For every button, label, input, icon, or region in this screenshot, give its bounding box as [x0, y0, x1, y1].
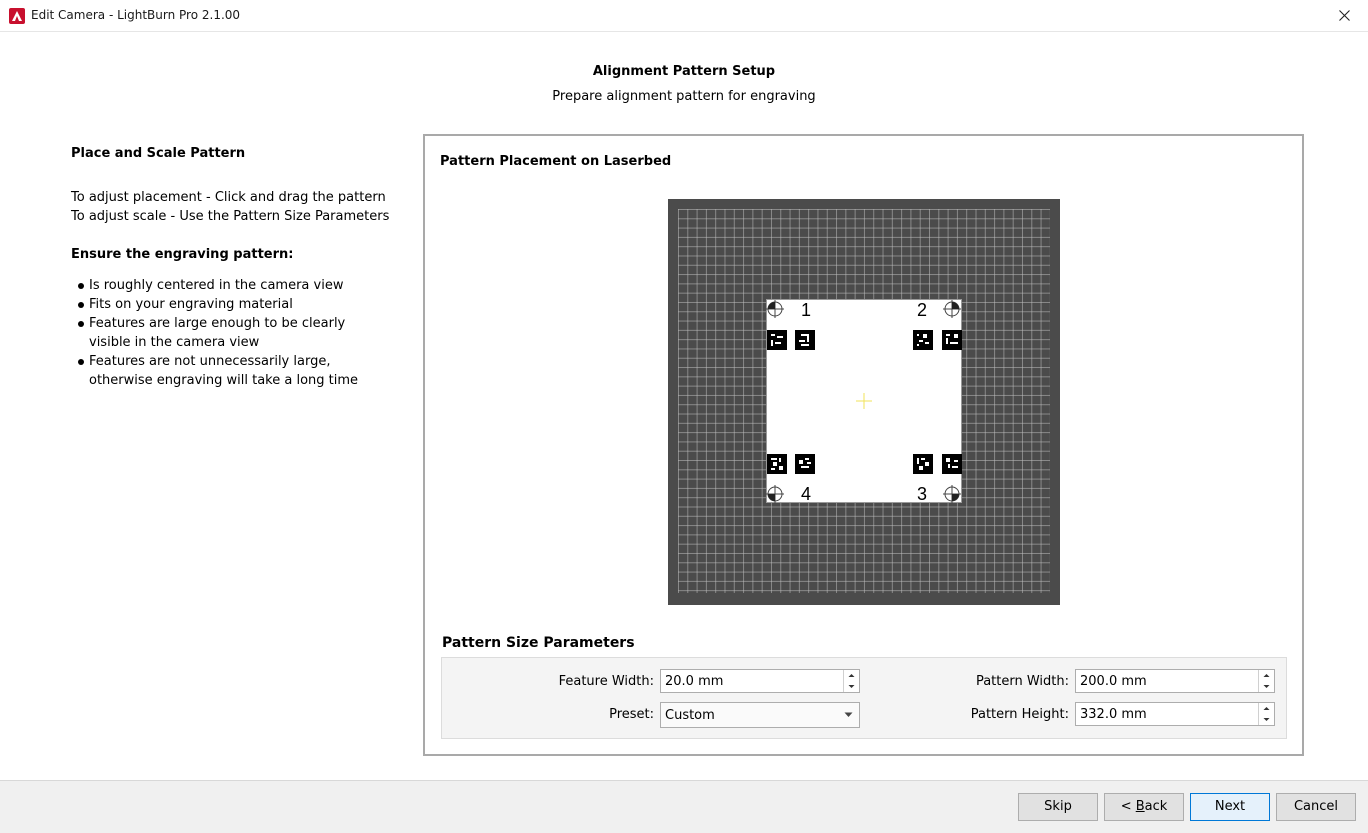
bullet-icon	[78, 302, 84, 308]
increment-button[interactable]	[1259, 703, 1274, 714]
chevron-up-icon	[1263, 707, 1270, 710]
list-item: Features are large enough to be clearly …	[71, 314, 379, 352]
aruco-marker-icon	[942, 454, 962, 474]
registration-mark-icon	[943, 300, 961, 318]
instructions-heading: Place and Scale Pattern	[71, 146, 246, 161]
back-mnemonic: B	[1135, 799, 1145, 814]
lightburn-app-icon	[9, 8, 25, 24]
increment-button[interactable]	[1259, 670, 1274, 681]
placement-title: Pattern Placement on Laserbed	[440, 154, 672, 169]
back-rest: ack	[1144, 799, 1168, 814]
registration-mark-icon	[766, 485, 784, 503]
bullet-icon	[78, 283, 84, 289]
feature-width-stepper[interactable]: 20.0 mm	[660, 669, 860, 693]
list-item: Features are not unnecessarily large, ot…	[71, 352, 379, 390]
stepper-arrows	[1258, 670, 1274, 692]
chevron-down-icon	[848, 685, 855, 688]
list-item: Fits on your engraving material	[71, 295, 411, 314]
decrement-button[interactable]	[844, 681, 859, 692]
skip-button[interactable]: Skip	[1018, 793, 1098, 821]
preset-value: Custom	[665, 708, 715, 723]
aruco-marker-icon	[767, 330, 787, 350]
title-bar: Edit Camera - LightBurn Pro 2.1.00	[0, 0, 1368, 32]
bullet-icon	[78, 359, 84, 365]
chevron-up-icon	[848, 674, 855, 677]
chevron-down-icon	[844, 712, 853, 717]
aruco-marker-icon	[795, 454, 815, 474]
instruction-line: To adjust scale - Use the Pattern Size P…	[71, 209, 390, 224]
stepper-arrows	[843, 670, 859, 692]
chevron-down-icon	[1263, 685, 1270, 688]
center-crosshair-icon	[856, 393, 872, 409]
instructions-list: Is roughly centered in the camera view F…	[71, 276, 411, 390]
back-prefix: <	[1120, 799, 1136, 814]
list-item: Is roughly centered in the camera view	[71, 276, 411, 295]
page-subtitle: Prepare alignment pattern for engraving	[552, 89, 816, 104]
decrement-button[interactable]	[1259, 681, 1274, 692]
pattern-height-stepper[interactable]: 332.0 mm	[1075, 702, 1275, 726]
pattern-width-value: 200.0 mm	[1080, 674, 1147, 689]
corner-number-4: 4	[801, 484, 812, 504]
bullet-icon	[78, 321, 84, 327]
aruco-marker-icon	[913, 454, 933, 474]
close-icon	[1339, 10, 1350, 21]
preset-select[interactable]: Custom	[660, 702, 860, 728]
registration-mark-icon	[943, 485, 961, 503]
decrement-button[interactable]	[1259, 714, 1274, 725]
chevron-up-icon	[1263, 674, 1270, 677]
close-button[interactable]	[1322, 0, 1368, 31]
pattern-width-label: Pattern Width:	[975, 674, 1069, 689]
parameters-title: Pattern Size Parameters	[442, 635, 635, 651]
pattern-width-stepper[interactable]: 200.0 mm	[1075, 669, 1275, 693]
pattern-height-value: 332.0 mm	[1080, 707, 1147, 722]
feature-width-value: 20.0 mm	[665, 674, 724, 689]
chevron-down-icon	[1263, 718, 1270, 721]
increment-button[interactable]	[844, 670, 859, 681]
page-title: Alignment Pattern Setup	[592, 64, 776, 79]
stepper-arrows	[1258, 703, 1274, 725]
instructions-subheading: Ensure the engraving pattern:	[71, 247, 294, 262]
feature-width-label: Feature Width:	[558, 674, 654, 689]
cancel-button[interactable]: Cancel	[1276, 793, 1356, 821]
corner-number-2: 2	[917, 300, 928, 320]
aruco-marker-icon	[795, 330, 815, 350]
instruction-line: To adjust placement - Click and drag the…	[71, 190, 386, 205]
next-button[interactable]: Next	[1190, 793, 1270, 821]
preset-label: Preset:	[609, 707, 654, 722]
aruco-marker-icon	[913, 330, 933, 350]
registration-mark-icon	[766, 300, 784, 318]
corner-number-3: 3	[917, 484, 928, 504]
pattern-height-label: Pattern Height:	[970, 707, 1069, 722]
window-title: Edit Camera - LightBurn Pro 2.1.00	[31, 8, 241, 22]
instructions-panel: Place and Scale Pattern To adjust placem…	[71, 144, 411, 390]
aruco-marker-icon	[767, 454, 787, 474]
corner-number-1: 1	[801, 300, 812, 320]
aruco-marker-icon	[942, 330, 962, 350]
back-button[interactable]: < Back	[1104, 793, 1184, 821]
